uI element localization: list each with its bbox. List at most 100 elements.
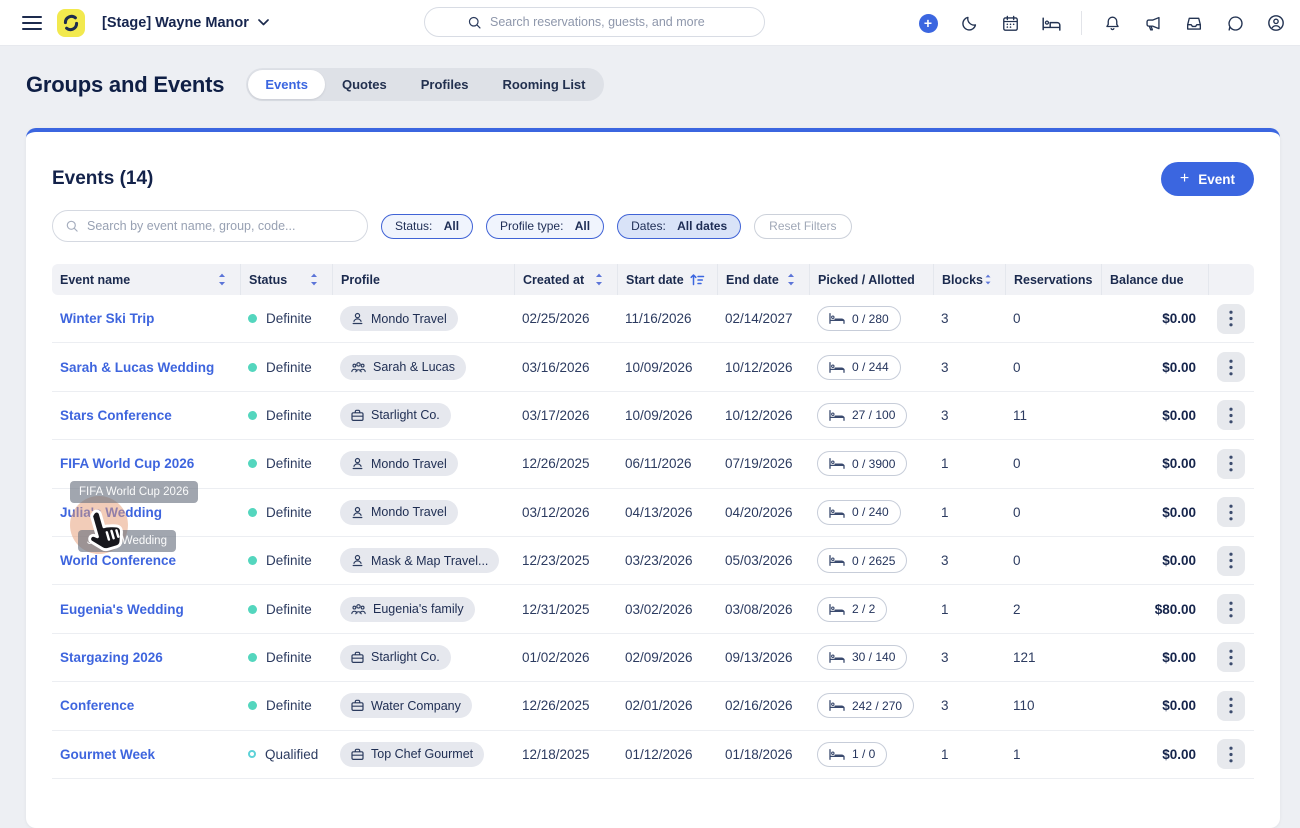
- profile-name: Mondo Travel: [371, 505, 447, 519]
- status-dot: [248, 701, 257, 710]
- tooltip: FIFA World Cup 2026: [70, 481, 198, 503]
- end-date-value: 04/20/2026: [717, 505, 809, 520]
- global-search[interactable]: [424, 7, 765, 37]
- blocks-value: 1: [933, 505, 1005, 520]
- event-name-link[interactable]: Gourmet Week: [60, 747, 155, 762]
- row-actions-button[interactable]: [1217, 594, 1245, 624]
- chevron-down-icon: [258, 19, 269, 26]
- row-actions-button[interactable]: [1217, 642, 1245, 672]
- event-name-link[interactable]: Conference: [60, 698, 134, 713]
- tab-quotes[interactable]: Quotes: [325, 70, 404, 99]
- sort-icon: [785, 272, 797, 287]
- table-row: World ConferenceDefiniteMask & Map Trave…: [52, 537, 1254, 585]
- row-actions-button[interactable]: [1217, 449, 1245, 479]
- picked-allotted-chip: 0 / 240: [817, 500, 901, 525]
- picked-allotted-chip: 0 / 3900: [817, 451, 907, 476]
- tab-rooming-list[interactable]: Rooming List: [485, 70, 602, 99]
- property-selector[interactable]: [Stage] Wayne Manor: [102, 15, 269, 31]
- bed-icon: [829, 313, 845, 324]
- profile-chip: Eugenia's family: [340, 597, 475, 622]
- account-button[interactable]: [1265, 12, 1287, 34]
- event-name-link[interactable]: Eugenia's Wedding: [60, 602, 184, 617]
- reservations-bed-button[interactable]: [1040, 12, 1062, 34]
- filter-status-chip[interactable]: Status: All: [381, 214, 473, 239]
- messages-button[interactable]: [1224, 12, 1246, 34]
- event-name-link[interactable]: Sarah & Lucas Wedding: [60, 360, 214, 375]
- kebab-icon: [1229, 552, 1233, 569]
- row-actions-button[interactable]: [1217, 304, 1245, 334]
- dark-mode-button[interactable]: [958, 12, 980, 34]
- row-actions-button[interactable]: [1217, 400, 1245, 430]
- inbox-tray-icon: [1184, 14, 1204, 33]
- profile-chip: Mondo Travel: [340, 306, 458, 331]
- created-at-value: 12/18/2025: [514, 747, 617, 762]
- bed-icon: [829, 362, 845, 373]
- row-actions-button[interactable]: [1217, 739, 1245, 769]
- filter-profile-type-chip[interactable]: Profile type: All: [486, 214, 604, 239]
- event-name-link[interactable]: FIFA World Cup 2026: [60, 456, 194, 471]
- global-search-input[interactable]: [490, 15, 722, 29]
- picked-allotted-chip: 242 / 270: [817, 693, 914, 718]
- balance-due-value: $0.00: [1101, 747, 1208, 762]
- column-header[interactable]: Status: [240, 264, 332, 295]
- event-name-link[interactable]: Stars Conference: [60, 408, 172, 423]
- balance-due-value: $0.00: [1101, 553, 1208, 568]
- created-at-value: 03/16/2026: [514, 360, 617, 375]
- balance-due-value: $0.00: [1101, 505, 1208, 520]
- end-date-value: 02/16/2026: [717, 698, 809, 713]
- inbox-button[interactable]: [1183, 12, 1205, 34]
- profile-name: Starlight Co.: [371, 650, 440, 664]
- end-date-value: 03/08/2026: [717, 602, 809, 617]
- reservations-value: 0: [1005, 553, 1101, 568]
- sort-icon: [593, 272, 605, 287]
- briefcase-icon: [351, 409, 364, 422]
- profile-name: Top Chef Gourmet: [371, 747, 473, 761]
- created-at-value: 03/17/2026: [514, 408, 617, 423]
- column-header: Reservations: [1005, 264, 1101, 295]
- created-at-value: 01/02/2026: [514, 650, 617, 665]
- column-header[interactable]: Created at: [514, 264, 617, 295]
- event-search-input[interactable]: [87, 219, 355, 233]
- bed-icon: [829, 604, 845, 615]
- column-header[interactable]: Start date: [617, 264, 717, 295]
- reservations-value: 0: [1005, 311, 1101, 326]
- profile-name: Starlight Co.: [371, 408, 440, 422]
- row-actions-button[interactable]: [1217, 497, 1245, 527]
- column-header[interactable]: Blocks: [933, 264, 1005, 295]
- status-label: Definite: [266, 553, 312, 568]
- column-header[interactable]: End date: [717, 264, 809, 295]
- hamburger-menu-icon[interactable]: [22, 12, 42, 34]
- end-date-value: 10/12/2026: [717, 408, 809, 423]
- row-actions-button[interactable]: [1217, 691, 1245, 721]
- table-row: ConferenceDefiniteWater Company12/26/202…: [52, 682, 1254, 730]
- calendar-button[interactable]: [999, 12, 1021, 34]
- announcements-button[interactable]: [1142, 12, 1164, 34]
- status-dot: [248, 605, 257, 614]
- kebab-icon: [1229, 649, 1233, 666]
- tab-events[interactable]: Events: [248, 70, 325, 99]
- status-label: Definite: [266, 360, 312, 375]
- status-label: Definite: [266, 505, 312, 520]
- quick-add-button[interactable]: +: [917, 12, 939, 34]
- event-name-link[interactable]: Stargazing 2026: [60, 650, 163, 665]
- column-header[interactable]: Event name: [52, 264, 240, 295]
- row-actions-button[interactable]: [1217, 352, 1245, 382]
- event-search[interactable]: [52, 210, 368, 242]
- picked-allotted-chip: 2 / 2: [817, 597, 887, 622]
- status-dot: [248, 750, 256, 758]
- add-event-button[interactable]: + Event: [1161, 162, 1254, 196]
- event-name-link[interactable]: Winter Ski Trip: [60, 311, 154, 326]
- reset-filters-button[interactable]: Reset Filters: [754, 214, 851, 239]
- row-actions-button[interactable]: [1217, 546, 1245, 576]
- app-logo[interactable]: [57, 9, 85, 37]
- table-row: Winter Ski TripDefiniteMondo Travel02/25…: [52, 295, 1254, 343]
- tab-profiles[interactable]: Profiles: [404, 70, 486, 99]
- start-date-value: 02/01/2026: [617, 698, 717, 713]
- notifications-button[interactable]: [1101, 12, 1123, 34]
- filter-dates-chip[interactable]: Dates: All dates: [617, 214, 741, 239]
- page-header: Groups and Events Events Quotes Profiles…: [26, 68, 604, 101]
- event-name-link[interactable]: World Conference: [60, 553, 176, 568]
- events-panel: Events (14) + Event Status: All Profile …: [26, 128, 1280, 828]
- column-header: Profile: [332, 264, 514, 295]
- sort-icon: [216, 272, 228, 287]
